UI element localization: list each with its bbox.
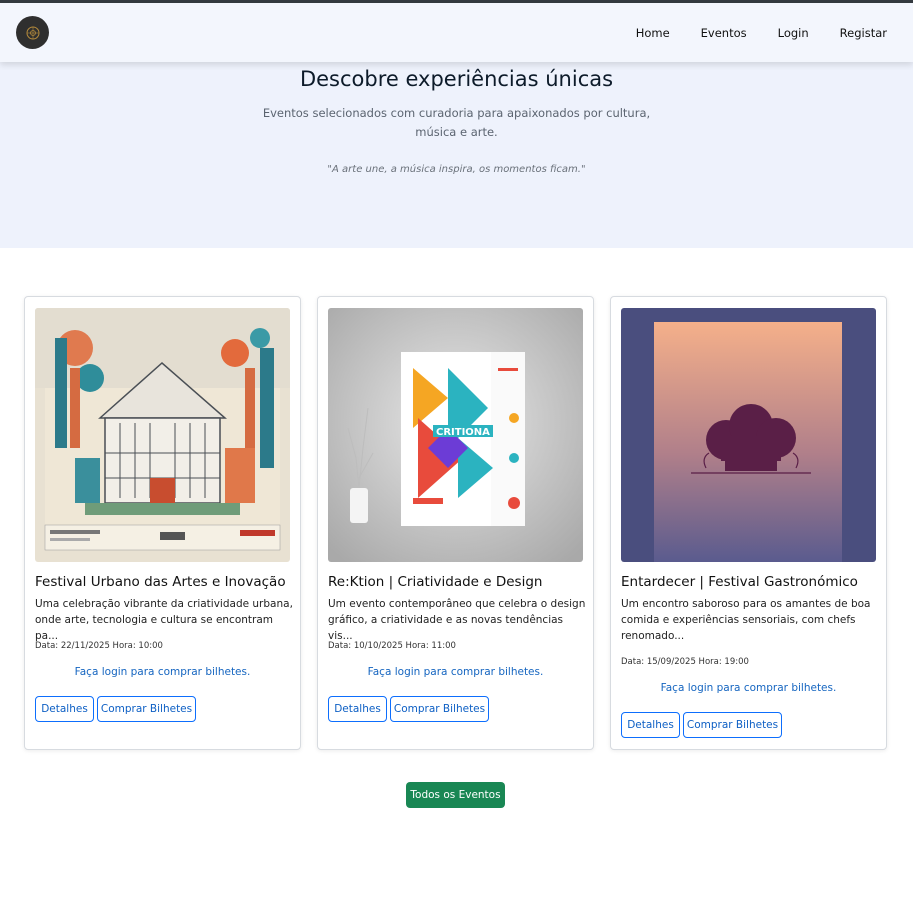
login-to-buy-link[interactable]: Faça login para comprar bilhetes.: [611, 682, 886, 694]
nav-eventos[interactable]: Eventos: [701, 26, 747, 40]
event-card: Festival Urbano das Artes e Inovação Uma…: [24, 296, 301, 750]
event-meta: Data: 22/11/2025 Hora: 10:00: [35, 641, 163, 651]
event-card: Entardecer | Festival Gastronómico Um en…: [610, 296, 887, 750]
details-button[interactable]: Detalhes: [328, 696, 387, 722]
hero-quote: "A arte une, a música inspira, os moment…: [327, 164, 586, 175]
event-title: Festival Urbano das Artes e Inovação: [35, 574, 286, 590]
buy-tickets-button[interactable]: Comprar Bilhetes: [97, 696, 196, 722]
login-to-buy-link[interactable]: Faça login para comprar bilhetes.: [318, 666, 593, 678]
nav-links: Home Eventos Login Registar: [605, 3, 887, 62]
login-to-buy-link[interactable]: Faça login para comprar bilhetes.: [25, 666, 300, 678]
event-title: Entardecer | Festival Gastronómico: [621, 574, 858, 590]
event-meta: Data: 10/10/2025 Hora: 11:00: [328, 641, 456, 651]
event-description: Uma celebração vibrante da criatividade …: [35, 598, 293, 642]
details-button[interactable]: Detalhes: [35, 696, 94, 722]
svg-text:CRITIONA: CRITIONA: [436, 427, 490, 438]
hero-lead: Eventos selecionados com curadoria para …: [262, 106, 651, 139]
all-events-button[interactable]: Todos os Eventos: [406, 782, 505, 808]
buy-tickets-button[interactable]: Comprar Bilhetes: [683, 712, 782, 738]
nav-registar[interactable]: Registar: [840, 26, 887, 40]
design-poster-mockup-image[interactable]: CRITIONA: [328, 308, 583, 562]
event-meta: Data: 15/09/2025 Hora: 19:00: [621, 657, 749, 667]
nav-home[interactable]: Home: [636, 26, 670, 40]
hero-title: Descobre experiências únicas: [299, 67, 614, 91]
navbar: Home Eventos Login Registar: [0, 3, 913, 62]
buy-tickets-button[interactable]: Comprar Bilhetes: [390, 696, 489, 722]
event-card: CRITIONA Re:Ktion | Criatividade e Desig…: [317, 296, 594, 750]
chef-hat-sunset-image[interactable]: [621, 308, 876, 562]
urban-festival-poster-image[interactable]: [35, 308, 290, 562]
event-title: Re:Ktion | Criatividade e Design: [328, 574, 543, 590]
hero-section: Descobre experiências únicas Eventos sel…: [0, 62, 913, 248]
details-button[interactable]: Detalhes: [621, 712, 680, 738]
event-description: Um encontro saboroso para os amantes de …: [621, 598, 871, 642]
nav-login[interactable]: Login: [778, 26, 809, 40]
event-description: Um evento contemporâneo que celebra o de…: [328, 598, 586, 642]
logo-icon[interactable]: [16, 16, 49, 49]
